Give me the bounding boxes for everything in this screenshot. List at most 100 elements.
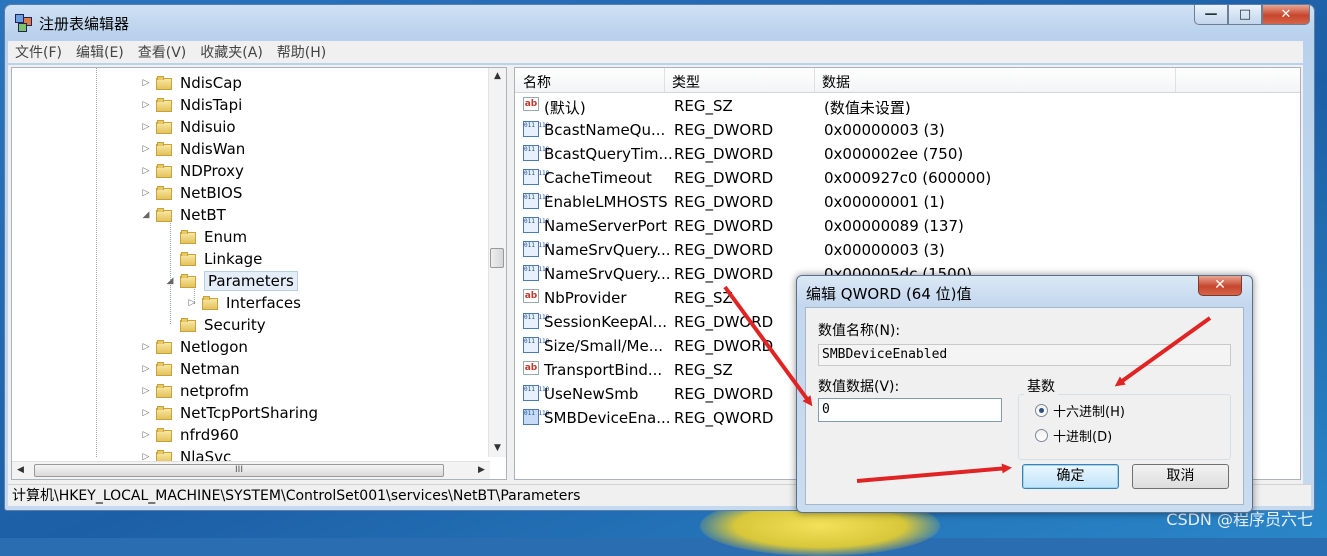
minimize-button[interactable]: — [1194,5,1228,25]
value-type: REG_QWORD [674,409,774,427]
tree-item[interactable]: ▷ NdisTapi [140,94,243,116]
tree-hscroll-thumb[interactable]: III [34,464,444,477]
expand-arrow-icon[interactable]: ▷ [140,122,152,132]
collapse-arrow-icon[interactable]: ◢ [140,210,152,220]
ok-button[interactable]: 确定 [1022,464,1119,489]
value-name: Size/Small/Me... [544,337,664,355]
value-type: REG_DWORD [674,193,774,211]
tree-item[interactable]: ▷ NDProxy [140,160,244,182]
tree-item-label: NetBT [180,206,226,224]
menu-file[interactable]: 文件(F) [8,42,69,62]
value-name: CacheTimeout [544,169,652,187]
tree-item[interactable]: ▷ Interfaces [186,292,301,314]
list-row[interactable]: 011 110 BcastNameQu... REG_DWORD 0x00000003… [515,118,1300,142]
tree-horizontal-scrollbar[interactable]: ◀ III ▶ [12,461,490,479]
menu-bar: 文件(F) 编辑(E) 查看(V) 收藏夹(A) 帮助(H) [8,41,1303,63]
dialog-body: 数值名称(N): SMBDeviceEnabled 数值数据(V): 0 基数 … [805,307,1244,505]
tree-item[interactable]: Security [164,314,266,336]
value-data: 0x00000003 (3) [824,241,945,259]
tree-item[interactable]: ▷ Netman [140,358,240,380]
key-tree-pane[interactable]: ▷ NdisCap ▷ NdisTapi ▷ Ndisuio ▷ NdisWan ▷ NDProx… [11,67,507,480]
radio-decimal[interactable]: 十进制(D) [1035,426,1112,445]
qword-value-icon: 011 110 [523,409,549,425]
list-row[interactable]: 011 110 NameServerPort REG_DWORD 0x00000089… [515,214,1300,238]
edit-qword-dialog: 编辑 QWORD (64 位)值 ✕ 数值名称(N): SMBDeviceEna… [796,275,1253,513]
expand-arrow-icon[interactable]: ▷ [140,364,152,374]
binary-value-icon: 011 110 [523,241,549,257]
list-row[interactable]: 011 110 BcastQueryTim... REG_DWORD 0x000002… [515,142,1300,166]
tree-item[interactable]: ▷ NetTcpPortSharing [140,402,319,424]
tree-item[interactable]: Enum [164,226,247,248]
tree-item[interactable]: ▷ NdisCap [140,72,242,94]
value-name-label: 数值名称(N): [818,323,901,339]
scroll-right-arrow-icon[interactable]: ▶ [473,462,490,479]
caption-buttons: — □ ✕ [1194,5,1310,25]
tree-item[interactable]: ▷ NdisWan [140,138,246,160]
tree-item[interactable]: ▷ Netlogon [140,336,248,358]
window-title: 注册表编辑器 [39,14,130,33]
tree-item[interactable]: ◢ Parameters [164,270,298,292]
menu-help[interactable]: 帮助(H) [270,42,333,62]
value-name: TransportBind... [544,361,663,379]
value-name: SessionKeepAl... [544,313,668,331]
value-type: REG_DWORD [674,169,774,187]
value-data: 0x00000001 (1) [824,193,945,211]
tree-item[interactable]: ▷ nfrd960 [140,424,239,446]
list-row[interactable]: 011 110 EnableLMHOSTS REG_DWORD 0x00000001 … [515,190,1300,214]
tree-item[interactable]: ▷ netprofm [140,380,250,402]
value-data-input[interactable]: 0 [818,398,1002,422]
close-button[interactable]: ✕ [1262,5,1310,25]
tree-item[interactable]: Linkage [164,248,262,270]
menu-favorites[interactable]: 收藏夹(A) [193,42,270,62]
tree-item[interactable]: ◢ NetBT [140,204,226,226]
value-type: REG_DWORD [674,313,774,331]
expand-arrow-icon[interactable]: ▷ [186,298,198,308]
scroll-down-arrow-icon[interactable]: ▼ [489,440,506,457]
expand-arrow-icon[interactable]: ▷ [140,386,152,396]
folder-icon [180,252,196,266]
tree-item-label: NetTcpPortSharing [180,404,319,422]
expand-arrow-icon[interactable]: ▷ [140,100,152,110]
radio-unselected-icon[interactable] [1035,429,1048,442]
expand-arrow-icon[interactable]: ▷ [140,78,152,88]
tree-vertical-scrollbar[interactable]: ▲ ▼ [488,68,506,457]
maximize-button[interactable]: □ [1228,5,1262,25]
value-name: NameSrvQuery... [544,265,671,283]
value-type: REG_SZ [674,97,733,115]
expand-arrow-icon[interactable]: ▷ [140,430,152,440]
title-bar: 注册表编辑器 [15,11,129,35]
scroll-up-arrow-icon[interactable]: ▲ [489,68,506,85]
regedit-icon [15,14,33,32]
expand-arrow-icon[interactable]: ▷ [140,408,152,418]
column-header-name[interactable]: 名称 [523,72,551,92]
list-row[interactable]: 011 110 NameSrvQuery... REG_DWORD 0x0000000… [515,238,1300,262]
tree-guide-line [96,68,97,457]
expand-arrow-icon[interactable]: ▷ [140,188,152,198]
tree-item[interactable]: ▷ NetBIOS [140,182,243,204]
list-row[interactable]: 011 110 CacheTimeout REG_DWORD 0x000927c0 (… [515,166,1300,190]
radio-hex[interactable]: 十六进制(H) [1035,401,1125,420]
string-value-icon: ab [523,361,539,375]
column-header-data[interactable]: 数据 [822,72,850,92]
collapse-arrow-icon[interactable]: ◢ [164,276,176,286]
folder-icon [156,428,172,442]
tree-vscroll-thumb[interactable] [490,248,504,268]
value-type: REG_DWORD [674,121,774,139]
column-header-type[interactable]: 类型 [672,72,700,92]
folder-icon [156,120,172,134]
dialog-close-button[interactable]: ✕ [1198,276,1242,296]
scroll-left-arrow-icon[interactable]: ◀ [12,462,29,479]
tree-item-label: Netman [180,360,240,378]
list-row[interactable]: ab (默认) REG_SZ (数值未设置) [515,94,1300,118]
expand-arrow-icon[interactable]: ▷ [140,342,152,352]
menu-view[interactable]: 查看(V) [131,42,194,62]
radio-selected-icon[interactable] [1035,404,1048,417]
menu-edit[interactable]: 编辑(E) [69,42,131,62]
value-type: REG_DWORD [674,217,774,235]
expand-arrow-icon[interactable]: ▷ [140,144,152,154]
expand-arrow-icon[interactable]: ▷ [140,166,152,176]
value-name: NameSrvQuery... [544,241,671,259]
tree-item[interactable]: ▷ Ndisuio [140,116,236,138]
value-type: REG_SZ [674,361,733,379]
cancel-button[interactable]: 取消 [1132,464,1229,489]
